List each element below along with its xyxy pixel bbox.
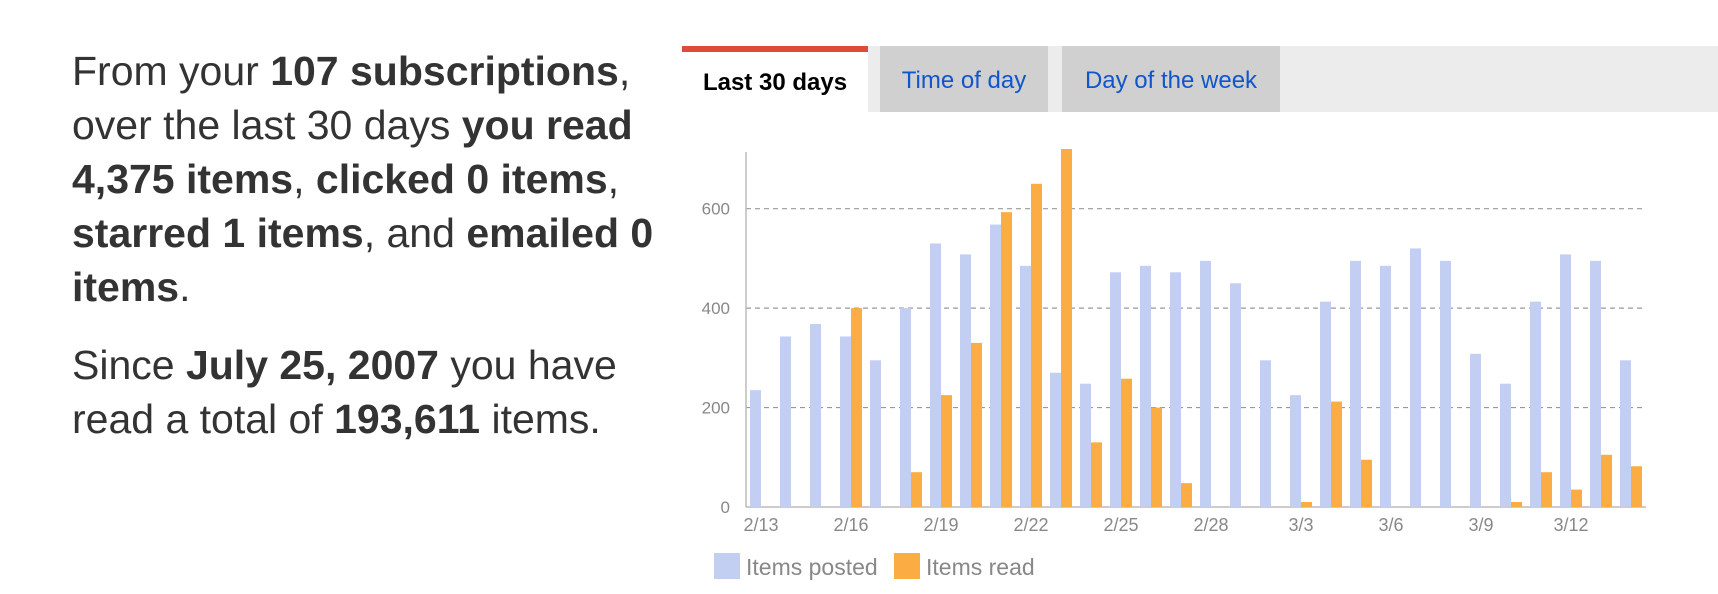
bar-items-posted [1470, 353, 1481, 507]
stats-text: Since [72, 342, 186, 388]
bar-items-read [1571, 489, 1582, 507]
bar-items-read [971, 342, 982, 507]
bar-items-posted [1620, 360, 1631, 507]
stats-paragraph-30-days: From your 107 subscriptions, over the la… [72, 44, 672, 314]
bar-items-read [1301, 502, 1312, 507]
bar-items-posted [990, 224, 1001, 508]
bar-items-read [911, 472, 922, 507]
x-tick-label: 2/22 [1013, 515, 1048, 535]
bar-items-posted [1290, 395, 1301, 507]
bar-items-posted [1560, 254, 1571, 507]
items-clicked-count: clicked 0 items [315, 156, 608, 202]
bar-items-posted [1590, 260, 1601, 507]
legend-swatch-posted [714, 553, 740, 579]
bar-items-posted [1020, 265, 1031, 507]
subscriptions-count: 107 subscriptions [270, 48, 619, 94]
tab-last-30-days[interactable]: Last 30 days [682, 46, 868, 112]
bar-items-posted [870, 360, 881, 507]
y-tick-label: 200 [702, 399, 730, 418]
bar-items-posted [750, 390, 761, 507]
stats-text: From your [72, 48, 271, 94]
bar-items-read [1091, 442, 1102, 507]
x-tick-label: 3/9 [1468, 515, 1493, 535]
x-tick-label: 2/28 [1193, 515, 1228, 535]
bar-items-posted [1110, 272, 1121, 507]
bar-items-posted [1050, 372, 1061, 507]
bar-items-read [1001, 212, 1012, 507]
stats-text: , and [363, 210, 467, 256]
bar-items-posted [1230, 283, 1241, 507]
bar-items-read [1061, 149, 1072, 507]
stats-text: . [179, 264, 191, 310]
x-tick-label: 3/3 [1288, 515, 1313, 535]
y-tick-label: 600 [702, 200, 730, 219]
total-read-count: 193,611 [334, 396, 481, 442]
legend-label-posted: Items posted [746, 554, 878, 580]
y-tick-label: 400 [702, 299, 730, 318]
bar-items-read [1151, 407, 1162, 507]
bar-items-posted [780, 336, 791, 507]
bar-chart: 0 200 400 600 2/13 2/16 2/19 2/22 2/25 2/28 3/3 3/6… [702, 149, 1646, 535]
y-tick-label: 0 [721, 498, 730, 517]
x-tick-label: 2/25 [1103, 515, 1138, 535]
x-tick-label: 2/19 [923, 515, 958, 535]
x-tick-label: 2/16 [833, 515, 868, 535]
bar-items-posted [1350, 260, 1361, 507]
legend-item-posted: Items posted [714, 553, 878, 581]
bar-items-posted [1140, 265, 1151, 507]
bar-items-read [1511, 502, 1522, 507]
items-starred-count: starred 1 items [72, 210, 364, 256]
stats-text: , [607, 156, 620, 202]
legend-swatch-read [894, 553, 920, 579]
stats-text: , [293, 156, 316, 202]
bar-items-posted [1170, 272, 1181, 507]
bar-items-read [1331, 401, 1342, 507]
bar-items-read [941, 395, 952, 507]
x-tick-label: 3/6 [1378, 515, 1403, 535]
bar-items-read [851, 308, 862, 507]
legend-item-read: Items read [894, 553, 1035, 581]
bar-items-posted [960, 254, 971, 507]
bar-items-read [1601, 454, 1612, 507]
bar-items-read [1541, 472, 1552, 507]
bar-items-posted [900, 308, 911, 507]
start-date: July 25, 2007 [185, 342, 439, 388]
tab-day-of-the-week[interactable]: Day of the week [1062, 46, 1280, 112]
bar-items-posted [1380, 265, 1391, 507]
bar-items-read [1361, 459, 1372, 507]
bar-items-posted [1080, 383, 1091, 507]
stats-summary: From your 107 subscriptions, over the la… [72, 44, 672, 446]
reading-trends-chart: 0 200 400 600 2/13 2/16 2/19 2/22 2/25 2/28 3/3 3/6… [682, 112, 1718, 594]
x-tick-label: 2/13 [743, 515, 778, 535]
x-tick-label: 3/12 [1553, 515, 1588, 535]
bar-items-posted [1500, 383, 1511, 507]
bar-items-posted [1320, 301, 1331, 507]
tab-time-of-day[interactable]: Time of day [880, 46, 1048, 112]
bar-items-read [1631, 466, 1642, 507]
stats-paragraph-total: Since July 25, 2007 you have read a tota… [72, 338, 672, 446]
bar-items-posted [1410, 248, 1421, 507]
bar-items-posted [1440, 260, 1451, 507]
bar-items-posted [1530, 301, 1541, 507]
bar-items-posted [810, 324, 821, 507]
bar-items-read [1181, 483, 1192, 507]
bar-items-read [1121, 378, 1132, 507]
stats-text: items. [480, 396, 601, 442]
bar-items-posted [840, 336, 851, 507]
bar-items-read [1031, 183, 1042, 508]
chart-tab-bar: Last 30 days Time of day Day of the week [682, 46, 1718, 112]
bar-items-posted [1260, 360, 1271, 507]
bar-items-posted [930, 243, 941, 507]
legend-label-read: Items read [926, 554, 1035, 580]
bar-items-posted [1200, 260, 1211, 507]
